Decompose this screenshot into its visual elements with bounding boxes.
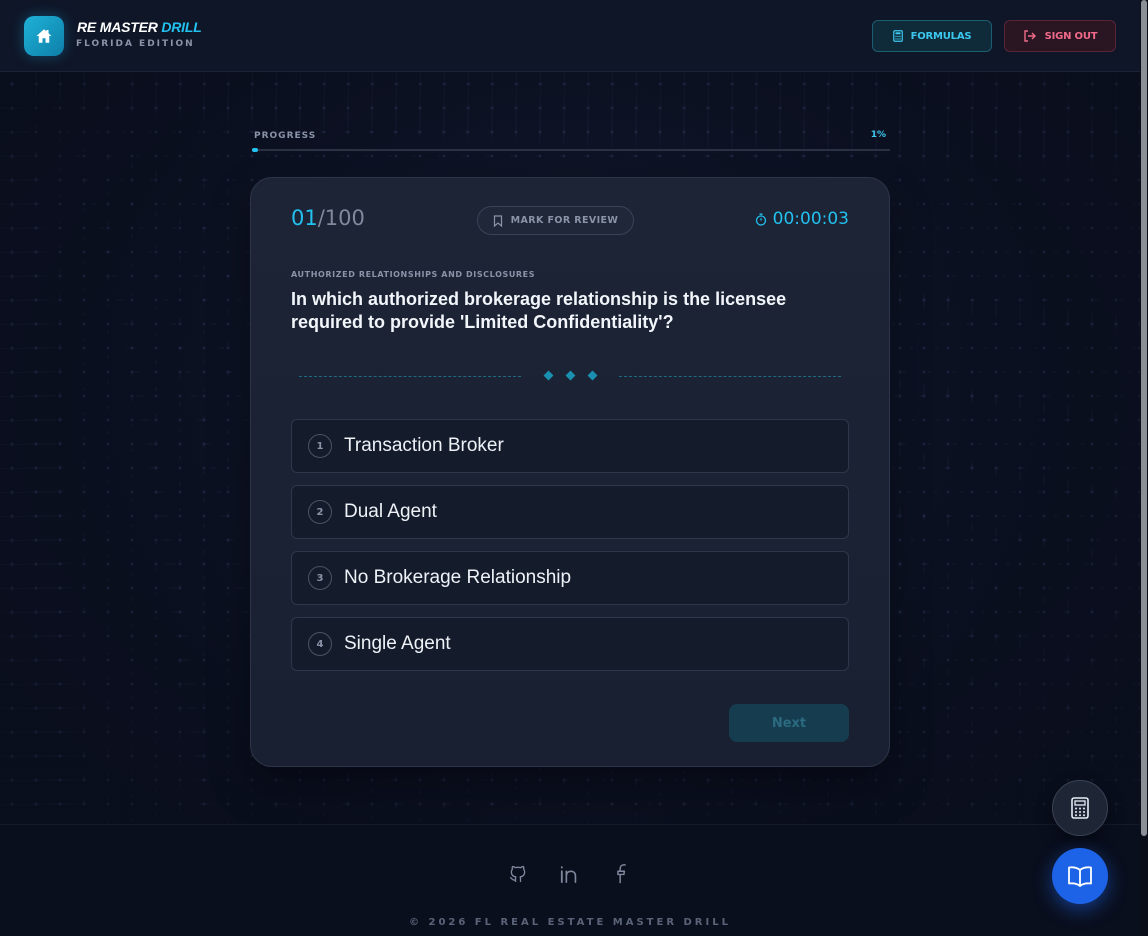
sign-out-label: SIGN OUT xyxy=(1044,30,1098,42)
progress-percent: 1% xyxy=(870,130,886,140)
next-button[interactable]: Next xyxy=(729,704,849,742)
question-text: In which authorized brokerage relationsh… xyxy=(291,289,787,332)
divider-line-left xyxy=(299,376,521,377)
brand-title: RE MASTER DRILL xyxy=(77,19,202,35)
divider-diamond xyxy=(543,370,554,381)
timer: 00:00:03 xyxy=(749,209,849,229)
facebook-link[interactable] xyxy=(610,862,634,886)
divider-diamond xyxy=(565,370,576,381)
answer-option[interactable]: 2 Dual Agent xyxy=(291,485,849,539)
question-counter: 01/100 xyxy=(291,206,365,230)
app-header: RE MASTER DRILL FLORIDA EDITION FORMULAS… xyxy=(0,0,1140,72)
option-number: 1 xyxy=(308,434,332,458)
logo[interactable] xyxy=(24,16,64,56)
study-guide-button[interactable] xyxy=(1052,848,1108,904)
linkedin-icon xyxy=(560,866,577,884)
question-total: /100 xyxy=(317,206,365,230)
question-category: AUTHORIZED RELATIONSHIPS AND DISCLOSURES xyxy=(291,270,536,279)
divider-diamond xyxy=(587,370,598,381)
mark-for-review-label: MARK FOR REVIEW xyxy=(510,215,619,226)
option-text: Transaction Broker xyxy=(344,435,504,456)
scrollbar-thumb[interactable] xyxy=(1141,0,1147,836)
linkedin-link[interactable] xyxy=(558,862,582,886)
option-text: Single Agent xyxy=(344,633,451,654)
stopwatch-icon xyxy=(755,213,766,226)
answer-option[interactable]: 1 Transaction Broker xyxy=(291,419,849,473)
question-current: 01 xyxy=(291,206,318,230)
github-link[interactable] xyxy=(506,862,530,886)
facebook-icon xyxy=(617,864,626,884)
timer-value: 00:00:03 xyxy=(772,209,849,229)
progress-label: PROGRESS xyxy=(254,131,317,141)
progress-bar-fill xyxy=(252,148,259,152)
sign-out-button[interactable]: SIGN OUT xyxy=(1004,20,1116,52)
answer-option[interactable]: 3 No Brokerage Relationship xyxy=(291,551,849,605)
open-book-icon xyxy=(1068,866,1092,887)
brand-title-accent: DRILL xyxy=(161,19,202,35)
calculator-icon xyxy=(892,30,903,42)
github-icon xyxy=(509,865,526,883)
brand-subtitle: FLORIDA EDITION xyxy=(76,39,195,49)
option-text: Dual Agent xyxy=(344,501,437,522)
house-icon xyxy=(36,29,52,43)
answer-option[interactable]: 4 Single Agent xyxy=(291,617,849,671)
brand-title-primary: RE MASTER xyxy=(77,19,158,35)
calculator-icon xyxy=(1071,797,1089,819)
question-card: 01/100 MARK FOR REVIEW 00:00:03 AUTHORIZ… xyxy=(250,177,890,767)
formulas-label: FORMULAS xyxy=(910,30,972,42)
option-number: 3 xyxy=(308,566,332,590)
option-number: 2 xyxy=(308,500,332,524)
formulas-button[interactable]: FORMULAS xyxy=(872,20,992,52)
sign-out-icon xyxy=(1023,30,1036,42)
progress-bar xyxy=(252,148,890,152)
option-number: 4 xyxy=(308,632,332,656)
calculator-button[interactable] xyxy=(1052,780,1108,836)
divider-line-right xyxy=(619,376,841,377)
option-text: No Brokerage Relationship xyxy=(344,567,572,588)
bookmark-icon xyxy=(493,214,502,227)
copyright-text: © 2026 FL REAL ESTATE MASTER DRILL xyxy=(409,917,731,928)
mark-for-review-button[interactable]: MARK FOR REVIEW xyxy=(477,206,634,235)
